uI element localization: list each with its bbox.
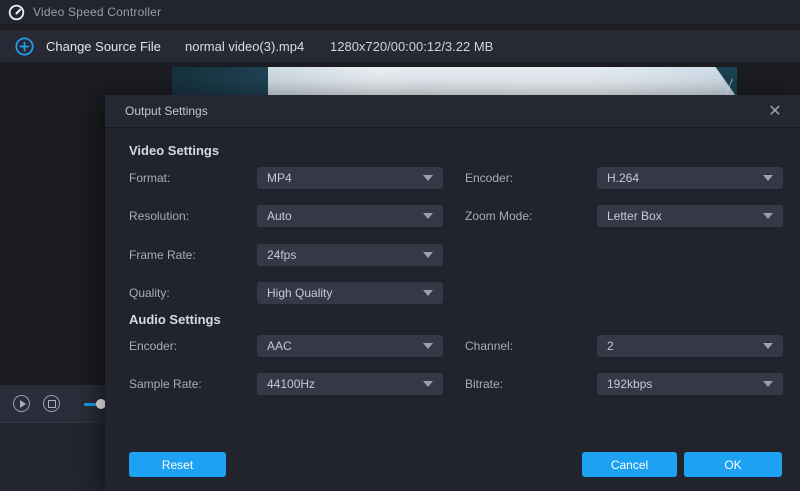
sample-rate-dropdown[interactable]: 44100Hz bbox=[257, 373, 443, 395]
frame-rate-dropdown[interactable]: 24fps bbox=[257, 244, 443, 266]
audio-encoder-value: AAC bbox=[267, 339, 423, 353]
ok-button[interactable]: OK bbox=[684, 452, 782, 477]
chevron-down-icon bbox=[763, 213, 773, 219]
quality-label: Quality: bbox=[129, 282, 170, 304]
cancel-button[interactable]: Cancel bbox=[582, 452, 677, 477]
chevron-down-icon bbox=[763, 175, 773, 181]
format-dropdown[interactable]: MP4 bbox=[257, 167, 443, 189]
chevron-down-icon bbox=[423, 175, 433, 181]
quality-dropdown[interactable]: High Quality bbox=[257, 282, 443, 304]
bitrate-value: 192kbps bbox=[607, 377, 763, 391]
change-source-file-label: Change Source File bbox=[46, 39, 161, 54]
settings-row: Sample Rate: 44100Hz Bitrate: 192kbps bbox=[105, 373, 800, 395]
resolution-dropdown[interactable]: Auto bbox=[257, 205, 443, 227]
sample-rate-label: Sample Rate: bbox=[129, 373, 202, 395]
chevron-down-icon bbox=[423, 252, 433, 258]
toolbar: Change Source File normal video(3).mp4 1… bbox=[0, 30, 800, 62]
audio-encoder-dropdown[interactable]: AAC bbox=[257, 335, 443, 357]
chevron-down-icon bbox=[423, 343, 433, 349]
encoder-label: Encoder: bbox=[465, 167, 513, 189]
zoom-mode-dropdown[interactable]: Letter Box bbox=[597, 205, 783, 227]
encoder-value: H.264 bbox=[607, 171, 763, 185]
title-bar: Video Speed Controller bbox=[0, 0, 800, 24]
zoom-mode-label: Zoom Mode: bbox=[465, 205, 532, 227]
resolution-label: Resolution: bbox=[129, 205, 189, 227]
dialog-header: Output Settings ✕ bbox=[105, 95, 800, 128]
plus-circle-icon bbox=[15, 37, 34, 56]
chevron-down-icon bbox=[423, 213, 433, 219]
settings-row: Frame Rate: 24fps bbox=[105, 244, 800, 266]
frame-rate-label: Frame Rate: bbox=[129, 244, 196, 266]
output-settings-dialog: Output Settings ✕ Video Settings Format:… bbox=[105, 95, 800, 491]
settings-row: Resolution: Auto Zoom Mode: Letter Box bbox=[105, 205, 800, 227]
zoom-mode-value: Letter Box bbox=[607, 209, 763, 223]
reset-button[interactable]: Reset bbox=[129, 452, 226, 477]
file-info: 1280x720/00:00:12/3.22 MB bbox=[330, 39, 493, 54]
video-settings-heading: Video Settings bbox=[129, 143, 219, 158]
encoder-dropdown[interactable]: H.264 bbox=[597, 167, 783, 189]
chevron-down-icon bbox=[763, 343, 773, 349]
current-filename: normal video(3).mp4 bbox=[185, 39, 304, 54]
settings-row: Format: MP4 Encoder: H.264 bbox=[105, 167, 800, 189]
resolution-value: Auto bbox=[267, 209, 423, 223]
stop-button[interactable] bbox=[43, 395, 60, 412]
audio-settings-heading: Audio Settings bbox=[129, 312, 221, 327]
chevron-down-icon bbox=[423, 290, 433, 296]
settings-row: Encoder: AAC Channel: 2 bbox=[105, 335, 800, 357]
app-logo-speedometer-icon bbox=[8, 4, 25, 21]
close-icon[interactable]: ✕ bbox=[764, 101, 786, 123]
format-value: MP4 bbox=[267, 171, 423, 185]
bitrate-dropdown[interactable]: 192kbps bbox=[597, 373, 783, 395]
dialog-title: Output Settings bbox=[125, 104, 208, 118]
channel-value: 2 bbox=[607, 339, 763, 353]
play-button[interactable] bbox=[13, 395, 30, 412]
quality-value: High Quality bbox=[267, 286, 423, 300]
window-title: Video Speed Controller bbox=[33, 5, 161, 19]
sample-rate-value: 44100Hz bbox=[267, 377, 423, 391]
channel-dropdown[interactable]: 2 bbox=[597, 335, 783, 357]
bitrate-label: Bitrate: bbox=[465, 373, 503, 395]
chevron-down-icon bbox=[423, 381, 433, 387]
change-source-file-button[interactable]: Change Source File bbox=[0, 37, 161, 56]
audio-encoder-label: Encoder: bbox=[129, 335, 177, 357]
frame-rate-value: 24fps bbox=[267, 248, 423, 262]
format-label: Format: bbox=[129, 167, 170, 189]
channel-label: Channel: bbox=[465, 335, 513, 357]
settings-row: Quality: High Quality bbox=[105, 282, 800, 304]
chevron-down-icon bbox=[763, 381, 773, 387]
